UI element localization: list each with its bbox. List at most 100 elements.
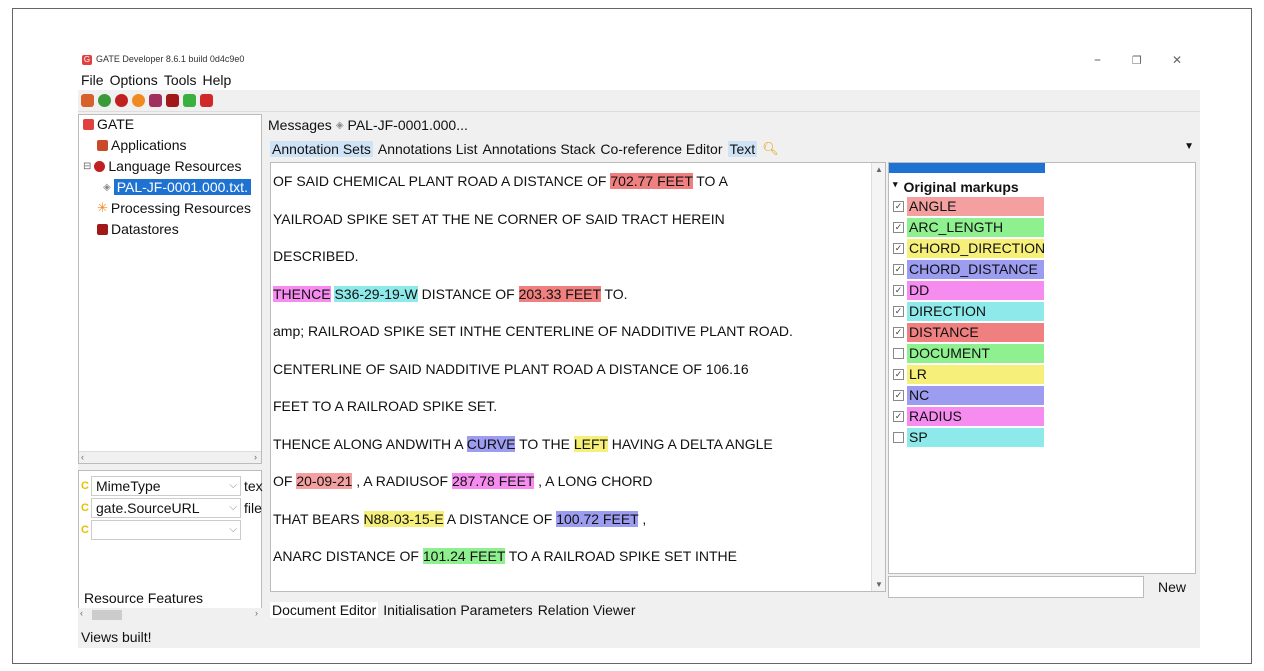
feature-value[interactable]: file (241, 500, 263, 516)
menu-options[interactable]: Options (110, 70, 158, 90)
annotation-highlight[interactable]: 100.72 FEET (556, 510, 639, 527)
annotation-highlight[interactable]: 287.78 FEET (451, 473, 535, 489)
tab-annotations-stack[interactable]: Annotations Stack (482, 141, 595, 157)
annotation-type-angle[interactable]: ✓ ANGLE (893, 197, 1044, 216)
tab-coreference-editor[interactable]: Co-reference Editor (600, 141, 722, 157)
annotation-checkbox[interactable]: ✓ (893, 411, 904, 422)
annotation-type-lr[interactable]: ✓ LR (893, 365, 1044, 384)
tab-messages[interactable]: Messages (268, 117, 332, 133)
text-line: OF SAID CHEMICAL PLANT ROAD A DISTANCE O… (273, 173, 728, 189)
annotation-highlight[interactable]: N88-03-15-E (363, 510, 444, 527)
tree-horizontal-scrollbar[interactable]: ‹ › (79, 451, 261, 463)
menu-file[interactable]: File (81, 70, 104, 90)
annotation-highlight[interactable]: CURVE (466, 435, 516, 452)
load-resource-icon[interactable] (98, 94, 111, 107)
scroll-left-icon[interactable]: ‹ (81, 452, 84, 462)
annotation-type-document[interactable]: DOCUMENT (893, 344, 1044, 363)
annotation-type-chord-direction[interactable]: ✓ CHORD_DIRECTION (893, 239, 1045, 258)
chevron-down-icon[interactable]: ⌵ (229, 499, 237, 517)
scroll-thumb[interactable] (92, 610, 122, 620)
chevron-down-icon[interactable]: ⌵ (229, 521, 237, 539)
annotation-checkbox[interactable]: ✓ (893, 201, 904, 212)
annotation-type-distance[interactable]: ✓ DISTANCE (893, 323, 1044, 342)
text-vertical-scrollbar[interactable]: ▲ ▼ (871, 163, 885, 591)
annotation-type-nc[interactable]: ✓ NC (893, 386, 1044, 405)
annotation-highlight[interactable]: LEFT (573, 435, 608, 452)
text-line: ANARC DISTANCE OF 101.24 FEET TO A RAILR… (273, 548, 737, 564)
annotation-highlight[interactable]: 101.24 FEET (422, 548, 506, 564)
annotation-type-sp[interactable]: SP (893, 428, 1044, 447)
feature-row[interactable]: C gate.SourceURL ⌵ file (79, 497, 263, 519)
tab-initialisation-parameters[interactable]: Initialisation Parameters (383, 602, 532, 618)
annotation-checkbox[interactable]: ✓ (893, 285, 904, 296)
tree-language-resources[interactable]: ⊟ Language Resources (83, 158, 242, 174)
annotation-type-direction[interactable]: ✓ DIRECTION (893, 302, 1044, 321)
scroll-right-icon[interactable]: › (255, 608, 258, 618)
tab-annotations-list[interactable]: Annotations List (378, 141, 478, 157)
tab-relation-viewer[interactable]: Relation Viewer (538, 602, 636, 618)
features-horizontal-scrollbar[interactable]: ‹ › (78, 608, 262, 622)
feature-value[interactable]: tex (241, 478, 263, 494)
annotation-highlight[interactable]: 20-09-21 (296, 473, 353, 489)
annotation-checkbox[interactable]: ✓ (893, 390, 904, 401)
datastore-icon[interactable] (166, 94, 179, 107)
new-set-name-input[interactable] (888, 576, 1144, 598)
close-button[interactable]: ✕ (1172, 53, 1182, 67)
annotation-highlight[interactable]: 702.77 FEET (610, 173, 693, 189)
annotation-highlight[interactable]: 203.33 FEET (518, 285, 601, 302)
annotation-checkbox[interactable]: ✓ (893, 327, 904, 338)
menu-tools[interactable]: Tools (164, 70, 197, 90)
annotation-checkbox[interactable]: ✓ (893, 222, 904, 233)
expand-icon[interactable]: ▾ (893, 179, 898, 195)
annotation-checkbox[interactable]: ✓ (893, 243, 904, 254)
tab-document[interactable]: PAL-JF-0001.000... (348, 117, 468, 133)
tree-document-item[interactable]: ◈ PAL-JF-0001.000.txt. (103, 179, 251, 195)
language-resource-icon[interactable] (115, 94, 128, 107)
annotation-checkbox[interactable]: ✓ (893, 306, 904, 317)
feature-name[interactable]: gate.SourceURL (96, 500, 200, 516)
restore-button[interactable]: ❐ (1132, 54, 1142, 67)
collapse-icon[interactable]: ⊟ (83, 161, 91, 172)
scroll-left-icon[interactable]: ‹ (80, 608, 83, 618)
new-datastore-icon[interactable] (149, 94, 162, 107)
tab-document-editor[interactable]: Document Editor (270, 602, 379, 618)
tree-applications[interactable]: Applications (97, 137, 187, 153)
scroll-right-icon[interactable]: › (254, 452, 257, 462)
annotation-type-radius[interactable]: ✓ RADIUS (893, 407, 1044, 426)
tab-text[interactable]: Text (727, 141, 758, 157)
feature-row-new[interactable]: C ⌵ (79, 519, 263, 541)
annotation-type-chord-distance[interactable]: ✓ CHORD_DISTANCE (893, 260, 1044, 279)
processing-resource-icon[interactable] (132, 94, 145, 107)
scroll-up-icon[interactable]: ▲ (875, 165, 883, 174)
annotation-type-dd[interactable]: ✓ DD (893, 281, 1044, 300)
minimize-button[interactable]: – (1094, 52, 1101, 68)
plugin-manager-icon[interactable] (183, 94, 196, 107)
view-menu-arrow-icon[interactable]: ▼ (1184, 141, 1194, 152)
annotation-checkbox[interactable]: ✓ (893, 369, 904, 380)
search-icon[interactable]: 🔍︎ (762, 141, 779, 157)
annotation-set-header[interactable]: ▾ Original markups (893, 179, 1019, 195)
tree-root-gate[interactable]: GATE (83, 116, 134, 132)
annotation-checkbox[interactable] (893, 348, 904, 359)
new-set-button[interactable]: New (1150, 576, 1194, 598)
feature-row[interactable]: C MimeType ⌵ tex (79, 475, 263, 497)
scroll-down-icon[interactable]: ▼ (875, 580, 883, 589)
menu-help[interactable]: Help (203, 70, 232, 90)
tab-annotation-sets[interactable]: Annotation Sets (270, 141, 373, 157)
document-icon: ◈ (335, 119, 344, 131)
annie-icon[interactable] (200, 94, 213, 107)
document-text-area[interactable]: ▲ ▼ OF SAID CHEMICAL PLANT ROAD A DISTAN… (270, 162, 886, 592)
chevron-down-icon[interactable]: ⌵ (229, 477, 237, 495)
feature-name[interactable]: MimeType (96, 478, 161, 494)
annotation-type-arc-length[interactable]: ✓ ARC_LENGTH (893, 218, 1044, 237)
new-application-icon[interactable] (81, 94, 94, 107)
tree-datastores[interactable]: Datastores (97, 221, 179, 237)
annotation-highlight[interactable]: S36-29-19-W (334, 285, 418, 302)
tree-processing-resources[interactable]: ✳ Processing Resources (97, 200, 251, 216)
text-line: YAILROAD SPIKE SET AT THE NE CORNER OF S… (273, 211, 725, 227)
default-set-row[interactable] (889, 163, 1045, 173)
annotation-checkbox[interactable] (893, 432, 904, 443)
annotation-highlight[interactable]: THENCE (273, 285, 331, 302)
annotation-checkbox[interactable]: ✓ (893, 264, 904, 275)
resource-tabs: Messages ◈ PAL-JF-0001.000... (268, 114, 468, 136)
